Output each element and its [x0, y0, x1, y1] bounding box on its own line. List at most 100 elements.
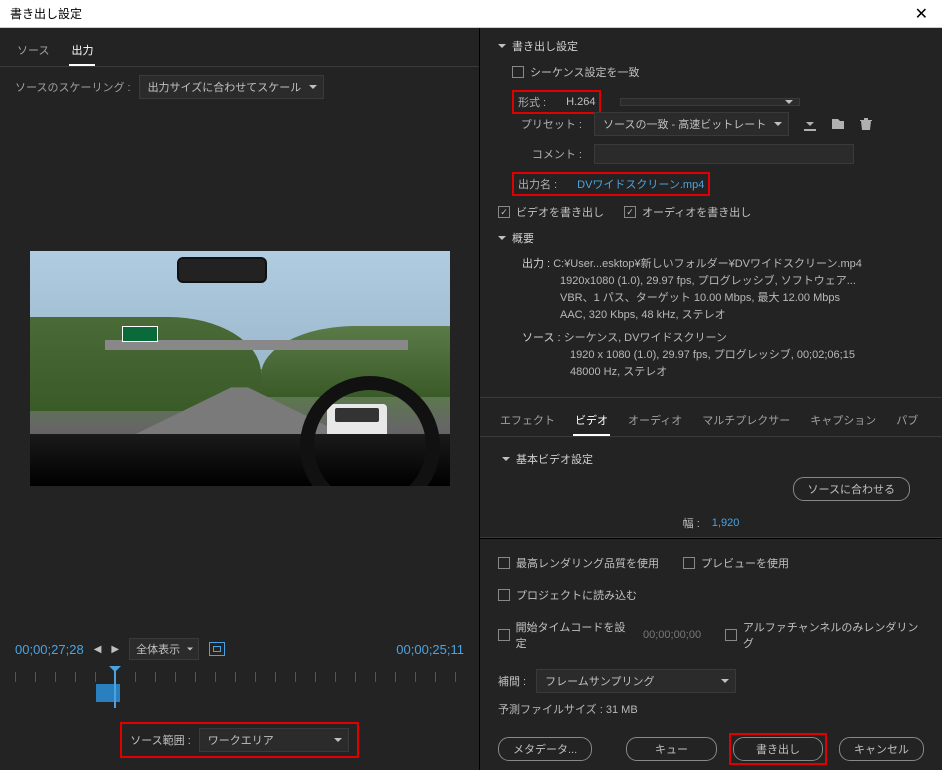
left-panel: ソース 出力 ソースのスケーリング : 出力サイズに合わせてスケール 00;00… — [0, 28, 480, 770]
timeline: 00;00;27;28 ◀ ▶ 全体表示 00;00;25;11 ソース範囲 :… — [0, 630, 479, 770]
interp-dropdown[interactable]: フレームサンプリング — [536, 669, 736, 693]
tab-source[interactable]: ソース — [15, 36, 51, 66]
source-range-value: ワークエリア — [208, 735, 274, 747]
aspect-icon[interactable] — [209, 642, 225, 656]
summary-output-path: C:¥User...esktop¥新しいフォルダー¥DVワイドスクリーン.mp4 — [553, 258, 862, 270]
left-tabs: ソース 出力 — [0, 28, 479, 67]
metadata-button[interactable]: メタデータ... — [498, 737, 592, 761]
source-range-highlight: ソース範囲 : ワークエリア — [120, 722, 359, 758]
close-icon[interactable]: ✕ — [911, 4, 932, 24]
next-frame-icon[interactable]: ▶ — [111, 644, 119, 655]
scaling-row: ソースのスケーリング : 出力サイズに合わせてスケール — [0, 67, 479, 107]
scaling-value: 出力サイズに合わせてスケール — [148, 82, 302, 94]
summary-out-l3: AAC, 320 Kbps, 48 kHz, ステレオ — [560, 307, 924, 324]
preview-area — [0, 107, 479, 630]
tab-multiplexer[interactable]: マルチプレクサー — [700, 406, 792, 436]
summary-title: 概要 — [512, 230, 534, 246]
summary-head[interactable]: 概要 — [498, 230, 924, 246]
summary-out-l2: VBR、1 パス、ターゲット 10.00 Mbps, 最大 12.00 Mbps — [560, 290, 924, 307]
comment-label: コメント : — [512, 146, 582, 162]
clip[interactable] — [96, 684, 120, 702]
summary-out-l1: 1920x1080 (1.0), 29.97 fps, プログレッシブ, ソフト… — [560, 273, 924, 290]
alpha-only-label: アルファチャンネルのみレンダリング — [743, 619, 924, 651]
export-settings-title: 書き出し設定 — [512, 38, 578, 54]
interp-value: フレームサンプリング — [545, 676, 654, 688]
chevron-down-icon — [498, 44, 506, 52]
scaling-dropdown[interactable]: 出力サイズに合わせてスケール — [139, 75, 325, 99]
start-tc-label: 開始タイムコードを設定 — [516, 619, 631, 651]
preset-dropdown[interactable]: ソースの一致 - 高速ビットレート — [594, 112, 789, 136]
save-preset-icon[interactable] — [801, 116, 819, 132]
queue-label: キュー — [655, 744, 688, 756]
export-button-highlight: 書き出し — [729, 733, 827, 765]
track-area[interactable] — [15, 668, 464, 708]
tab-output[interactable]: 出力 — [69, 36, 95, 66]
width-value[interactable]: 1,920 — [712, 517, 740, 529]
max-quality-label: 最高レンダリング品質を使用 — [516, 555, 659, 571]
time-in[interactable]: 00;00;27;28 — [15, 642, 84, 657]
alpha-only-checkbox[interactable] — [725, 629, 737, 641]
titlebar: 書き出し設定 ✕ — [0, 0, 942, 28]
tab-caption[interactable]: キャプション — [808, 406, 878, 436]
basic-video-settings: 基本ビデオ設定 ソースに合わせる 幅 : 1,920 — [480, 437, 942, 538]
output-name-label: 出力名 : — [518, 176, 557, 192]
main: ソース 出力 ソースのスケーリング : 出力サイズに合わせてスケール 00;00… — [0, 28, 942, 770]
preview-image[interactable] — [30, 251, 450, 486]
width-label: 幅 : — [683, 515, 700, 531]
chevron-down-icon — [498, 236, 506, 244]
comment-input[interactable] — [594, 144, 854, 164]
metadata-label: メタデータ... — [513, 744, 577, 756]
right-panel: 書き出し設定 シーケンス設定を一致 形式 : H.264 x — [480, 28, 942, 770]
output-name-link[interactable]: DVワイドスクリーン.mp4 — [577, 176, 704, 192]
queue-button[interactable]: キュー — [626, 737, 717, 761]
est-size-value: 31 MB — [606, 704, 638, 716]
right-tabs: エフェクト ビデオ オーディオ マルチプレクサー キャプション パブ — [480, 397, 942, 437]
start-tc-checkbox[interactable] — [498, 629, 510, 641]
prev-frame-icon[interactable]: ◀ — [94, 644, 102, 655]
source-range-label: ソース範囲 : — [130, 732, 191, 748]
export-button[interactable]: 書き出し — [733, 737, 823, 761]
use-preview-label: プレビューを使用 — [701, 555, 789, 571]
match-sequence-checkbox[interactable] — [512, 66, 524, 78]
playhead[interactable] — [114, 668, 116, 708]
use-preview-checkbox[interactable] — [683, 557, 695, 569]
max-quality-checkbox[interactable] — [498, 557, 510, 569]
export-label: 書き出し — [756, 744, 800, 756]
export-audio-checkbox[interactable] — [624, 206, 636, 218]
format-highlight: 形式 : H.264 — [512, 90, 601, 114]
window-title: 書き出し設定 — [10, 5, 82, 22]
import-project-checkbox[interactable] — [498, 589, 510, 601]
preset-value: ソースの一致 - 高速ビットレート — [603, 119, 766, 131]
scaling-label: ソースのスケーリング : — [15, 79, 131, 95]
format-value: H.264 — [566, 96, 595, 108]
format-dropdown[interactable] — [620, 98, 800, 106]
fit-dropdown[interactable]: 全体表示 — [129, 638, 199, 660]
cancel-button[interactable]: キャンセル — [839, 737, 924, 761]
basic-video-head[interactable]: 基本ビデオ設定 — [502, 451, 920, 467]
chevron-down-icon — [502, 457, 510, 465]
bottom-options: 最高レンダリング品質を使用 プレビューを使用 プロジェクトに読み込む 開始タイム… — [480, 538, 942, 727]
summary-output-label: 出力 : — [522, 258, 550, 270]
export-settings-section: 書き出し設定 シーケンス設定を一致 形式 : H.264 x — [480, 28, 942, 391]
fit-label: 全体表示 — [136, 644, 180, 656]
format-label: 形式 : — [518, 94, 546, 110]
export-audio-label: オーディオを書き出し — [642, 204, 751, 220]
source-range-dropdown[interactable]: ワークエリア — [199, 728, 349, 752]
cancel-label: キャンセル — [854, 744, 909, 756]
time-out[interactable]: 00;00;25;11 — [396, 642, 464, 657]
match-source-label: ソースに合わせる — [808, 484, 895, 496]
summary-body: 出力 : C:¥User...esktop¥新しいフォルダー¥DVワイドスクリー… — [522, 256, 924, 381]
import-preset-icon[interactable] — [829, 116, 847, 132]
delete-preset-icon[interactable] — [857, 116, 875, 132]
interp-label: 補間 : — [498, 673, 526, 689]
tab-effects[interactable]: エフェクト — [498, 406, 557, 436]
summary-src-l2: 48000 Hz, ステレオ — [570, 364, 924, 381]
summary-src-l1: 1920 x 1080 (1.0), 29.97 fps, プログレッシブ, 0… — [570, 347, 924, 364]
export-settings-head[interactable]: 書き出し設定 — [498, 38, 924, 54]
tab-audio[interactable]: オーディオ — [626, 406, 684, 436]
output-name-highlight: 出力名 : DVワイドスクリーン.mp4 — [512, 172, 710, 196]
match-source-button[interactable]: ソースに合わせる — [793, 477, 910, 501]
tab-video[interactable]: ビデオ — [573, 406, 610, 436]
export-video-checkbox[interactable] — [498, 206, 510, 218]
tab-publish[interactable]: パブ — [894, 406, 920, 436]
